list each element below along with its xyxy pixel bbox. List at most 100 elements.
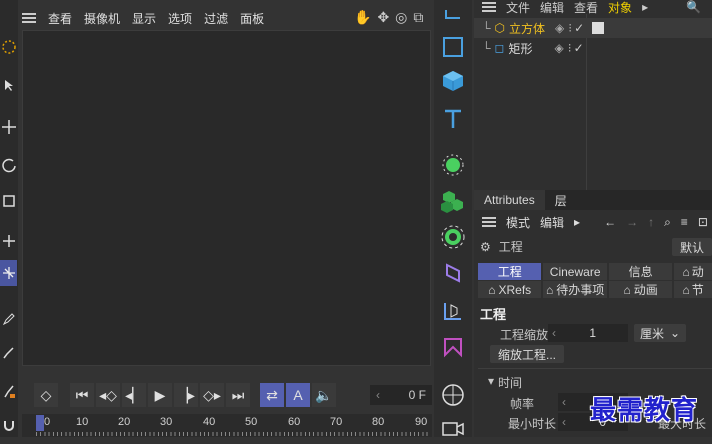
- time-section-header[interactable]: ▾ 时间: [488, 374, 522, 391]
- filter-icon[interactable]: ≡: [681, 215, 688, 229]
- layer-icon[interactable]: ◈: [555, 41, 564, 55]
- forward-arrow-icon[interactable]: →: [626, 215, 638, 229]
- deformer-icon[interactable]: [438, 258, 468, 288]
- layer-icon[interactable]: ◈: [555, 21, 564, 35]
- enabled-check-icon[interactable]: ✓: [574, 21, 584, 35]
- min-time-arrow-icon[interactable]: ‹: [562, 415, 566, 429]
- om-search-icon[interactable]: 🔍: [686, 0, 701, 14]
- pen-icon[interactable]: [0, 306, 17, 332]
- viewport-menu-filter[interactable]: 过滤: [204, 10, 228, 27]
- brush-icon[interactable]: [0, 340, 17, 366]
- unit-dropdown[interactable]: 厘米 ⌄: [634, 324, 686, 342]
- viewport-menu-options[interactable]: 选项: [168, 10, 192, 27]
- scale-input[interactable]: ‹ 1: [548, 324, 628, 342]
- magnet-icon[interactable]: [0, 412, 17, 438]
- scale-arrow-icon[interactable]: ‹: [552, 326, 556, 340]
- tab-layers[interactable]: 层: [545, 190, 577, 210]
- back-arrow-icon[interactable]: ←: [604, 215, 616, 229]
- tick-label: 80: [372, 416, 385, 428]
- null-object-icon[interactable]: [438, 150, 468, 180]
- default-button[interactable]: 默认: [672, 238, 712, 256]
- axis-tool-icon[interactable]: [0, 260, 17, 286]
- viewport-menu-view[interactable]: 查看: [48, 10, 72, 27]
- om-menu-object[interactable]: 对象: [608, 0, 632, 16]
- attr-menu-edit[interactable]: 编辑: [540, 214, 564, 231]
- object-name[interactable]: 立方体: [509, 20, 545, 37]
- lock-icon[interactable]: ⊡: [698, 215, 708, 229]
- keyframe-icon[interactable]: ◇: [34, 383, 58, 407]
- connect-icon[interactable]: [438, 296, 468, 326]
- subtab-todo[interactable]: ⌂ 待办事项: [543, 281, 607, 298]
- viewport-menu-camera[interactable]: 摄像机: [84, 10, 120, 27]
- om-menu-file[interactable]: 文件: [506, 0, 530, 16]
- viewport-menu-display[interactable]: 显示: [132, 10, 156, 27]
- tick-label: 10: [76, 416, 89, 428]
- visibility-dots-icon[interactable]: ⁝: [568, 41, 572, 55]
- frame-arrow-icon[interactable]: ‹: [376, 388, 380, 402]
- object-row-cube[interactable]: └ ⬡ 立方体 ◈ ⁝ ✓: [474, 18, 712, 38]
- previous-key-icon[interactable]: ◂◇: [96, 383, 120, 407]
- pointer-icon[interactable]: [0, 72, 17, 98]
- phong-tag-icon[interactable]: [592, 22, 605, 34]
- subtab-nodes[interactable]: ⌂ 节: [674, 281, 712, 298]
- next-key-icon[interactable]: ◇▸: [200, 383, 224, 407]
- tick-label: 50: [245, 416, 258, 428]
- enabled-check-icon[interactable]: ✓: [574, 41, 584, 55]
- cloner-icon[interactable]: [438, 186, 468, 216]
- subtab-animation[interactable]: ⌂ 动画: [608, 281, 673, 298]
- timeline-ruler[interactable]: 0 10 20 30 40 50 60 70 80 90: [22, 414, 432, 437]
- loop-icon[interactable]: ⇄: [260, 383, 284, 407]
- environment-icon[interactable]: [438, 380, 468, 410]
- go-to-start-icon[interactable]: ⏮: [70, 383, 94, 407]
- attr-search-icon[interactable]: ⌕: [664, 215, 671, 230]
- spline-mask-icon[interactable]: [438, 332, 468, 362]
- subtab-info[interactable]: 信息: [608, 263, 673, 280]
- current-frame-field[interactable]: ‹ 0 F: [370, 385, 432, 405]
- attr-more-icon[interactable]: ▸: [574, 215, 580, 229]
- sound-icon[interactable]: 🔈: [312, 383, 336, 407]
- effector-icon[interactable]: [438, 222, 468, 252]
- rotate-icon[interactable]: [0, 152, 17, 178]
- subtab-cineware[interactable]: Cineware: [543, 263, 607, 280]
- visibility-dots-icon[interactable]: ⁝: [568, 21, 572, 35]
- fps-arrow-icon[interactable]: ‹: [562, 395, 566, 409]
- transform-icon[interactable]: [0, 228, 17, 254]
- scale-project-button[interactable]: 缩放工程...: [490, 345, 564, 363]
- viewport-canvas[interactable]: [22, 30, 431, 366]
- om-menu-edit[interactable]: 编辑: [540, 0, 564, 16]
- text-icon[interactable]: [438, 104, 468, 134]
- subtab-dynamics[interactable]: ⌂ 动: [674, 263, 712, 280]
- play-icon[interactable]: ▶: [148, 383, 172, 407]
- next-frame-icon[interactable]: ▕▸: [174, 383, 198, 407]
- maximize-view-icon[interactable]: ⧉: [413, 9, 423, 26]
- move-view-icon[interactable]: ✥: [377, 9, 389, 26]
- paint-icon[interactable]: [0, 378, 17, 404]
- om-hamburger-icon[interactable]: [482, 2, 496, 12]
- up-arrow-icon[interactable]: ↑: [648, 215, 654, 229]
- om-more-icon[interactable]: ▸: [642, 0, 648, 14]
- move-icon[interactable]: [0, 114, 17, 140]
- hamburger-menu-icon[interactable]: [22, 13, 36, 23]
- orbit-icon[interactable]: ◎: [395, 9, 407, 26]
- attr-menu-mode[interactable]: 模式: [506, 214, 530, 231]
- undo-icon[interactable]: [438, 0, 468, 30]
- camera-icon[interactable]: [438, 414, 468, 444]
- previous-frame-icon[interactable]: ◂▏: [122, 383, 146, 407]
- cube-icon[interactable]: [438, 66, 468, 96]
- tab-attributes[interactable]: Attributes: [474, 190, 545, 210]
- viewport-menu-panel[interactable]: 面板: [240, 10, 264, 27]
- pan-hand-icon[interactable]: ✋: [354, 9, 371, 26]
- object-name[interactable]: 矩形: [508, 40, 532, 57]
- playhead[interactable]: [36, 415, 44, 431]
- subtab-animation-label: 动画: [633, 283, 658, 297]
- subtab-project[interactable]: 工程: [478, 263, 542, 280]
- min-time-label: 最小时长: [508, 417, 557, 431]
- rectangle-spline-icon[interactable]: [438, 32, 468, 62]
- go-to-end-icon[interactable]: ⏭: [226, 383, 250, 407]
- attr-hamburger-icon[interactable]: [482, 217, 496, 227]
- autokey-icon[interactable]: A: [286, 383, 310, 407]
- object-row-rectangle[interactable]: └ ◻ 矩形 ◈ ⁝ ✓: [474, 38, 712, 58]
- subtab-xrefs[interactable]: ⌂ XRefs: [478, 281, 542, 298]
- scale-icon[interactable]: [0, 188, 17, 214]
- live-select-icon[interactable]: [0, 34, 17, 60]
